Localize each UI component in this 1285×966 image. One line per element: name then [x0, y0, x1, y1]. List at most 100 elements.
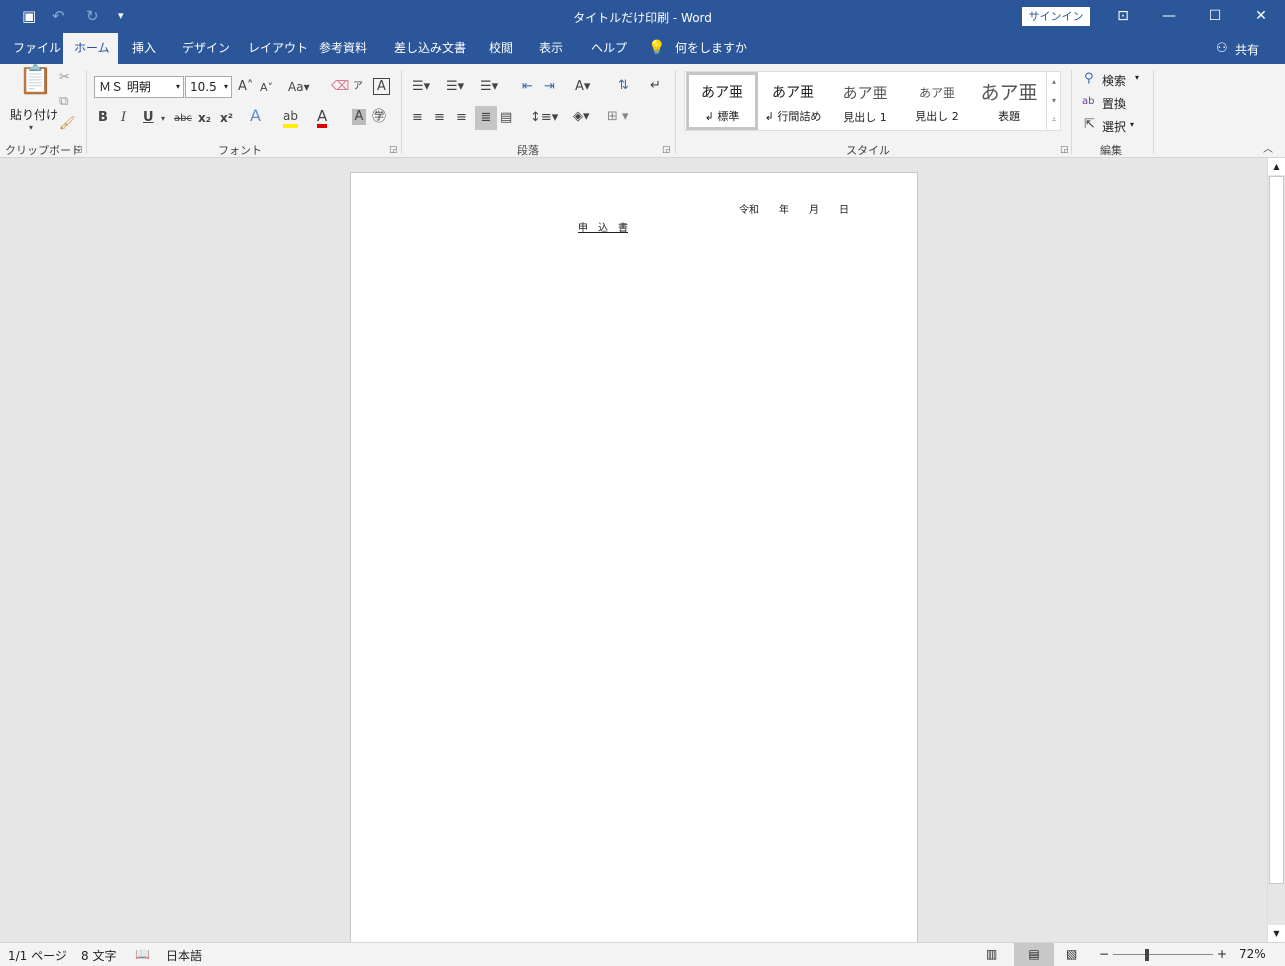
borders-icon[interactable]: ⊞ ▾	[607, 109, 629, 125]
tab-review[interactable]: 校閲	[478, 33, 524, 64]
close-button[interactable]: ✕	[1238, 0, 1284, 33]
font-name-value: ＭＳ 明朝	[99, 80, 151, 94]
phonetic-guide-icon[interactable]: ア	[353, 79, 363, 95]
multilevel-list-icon[interactable]: ☰▾	[480, 79, 498, 95]
share-button[interactable]: 共有	[1235, 41, 1259, 58]
tab-file[interactable]: ファイル	[2, 33, 72, 64]
character-shading-icon[interactable]: A	[352, 109, 366, 125]
copy-icon[interactable]: ⧉	[59, 94, 68, 110]
align-right-icon[interactable]: ≡	[456, 110, 467, 126]
font-color-icon[interactable]: A	[317, 108, 328, 128]
collapse-ribbon-icon[interactable]: ︿	[1263, 142, 1273, 158]
minimize-button[interactable]: —	[1146, 0, 1192, 33]
increase-indent-icon[interactable]: ⇥	[544, 79, 555, 95]
web-layout-icon[interactable]: ▧	[1066, 947, 1077, 961]
print-layout-icon[interactable]: ▤	[1014, 943, 1054, 966]
style-no-spacing[interactable]: あア亜 ↲ 行間詰め	[757, 72, 829, 130]
shading-icon[interactable]: ◈▾	[573, 109, 590, 125]
shrink-font-icon[interactable]: A˅	[260, 80, 273, 96]
tell-me-search[interactable]: 何をしますか	[664, 33, 758, 64]
replace-icon[interactable]: ab	[1082, 94, 1094, 110]
text-effects-icon[interactable]: A	[250, 108, 261, 124]
italic-button[interactable]: I	[121, 110, 126, 126]
tab-view[interactable]: 表示	[528, 33, 574, 64]
scroll-down-icon[interactable]: ▾	[1047, 91, 1061, 110]
paste-icon[interactable]: 📋	[18, 66, 53, 94]
page-count[interactable]: 1/1 ページ	[8, 947, 67, 964]
align-left-icon[interactable]: ≡	[412, 110, 423, 126]
align-center-icon[interactable]: ≡	[434, 110, 445, 126]
font-size-select[interactable]: 10.5 ▾	[185, 76, 232, 98]
change-case-button[interactable]: Aa▾	[288, 79, 310, 95]
tab-layout[interactable]: レイアウト	[237, 33, 319, 64]
tab-insert[interactable]: 挿入	[121, 33, 167, 64]
tab-home[interactable]: ホーム	[63, 33, 118, 64]
more-styles-icon[interactable]: ⩡	[1047, 110, 1061, 129]
paste-button[interactable]: 貼り付け	[10, 106, 58, 123]
document-page[interactable]: 令和 年 月 日 申 込 書	[350, 172, 918, 944]
subscript-icon[interactable]: x₂	[198, 110, 211, 126]
font-name-select[interactable]: ＭＳ 明朝 ▾	[94, 76, 184, 98]
tab-help[interactable]: ヘルプ	[580, 33, 638, 64]
styles-launcher-icon[interactable]: ◲	[1060, 145, 1069, 155]
bullets-icon[interactable]: ☰▾	[412, 79, 430, 95]
zoom-in-button[interactable]: +	[1217, 947, 1227, 961]
tab-design[interactable]: デザイン	[171, 33, 241, 64]
find-icon[interactable]: ⚲	[1084, 71, 1094, 87]
scroll-up-icon[interactable]: ▲	[1268, 158, 1285, 175]
scroll-up-icon[interactable]: ▴	[1047, 72, 1061, 91]
clear-formatting-icon[interactable]: ⌫	[331, 79, 349, 95]
signin-button[interactable]: サインイン	[1022, 7, 1090, 26]
clipboard-launcher-icon[interactable]: ◲	[74, 145, 83, 155]
style-title[interactable]: あア亜 表題	[973, 72, 1045, 130]
highlight-icon[interactable]: ab	[283, 108, 298, 128]
enclose-characters-icon[interactable]: ㊫	[372, 109, 386, 125]
distributed-icon[interactable]: ▤	[500, 110, 512, 126]
word-count[interactable]: 8 文字	[81, 947, 116, 964]
underline-dropdown-icon[interactable]: ▾	[161, 111, 165, 127]
proofing-icon[interactable]: 📖	[135, 947, 150, 961]
decrease-indent-icon[interactable]: ⇤	[522, 79, 533, 95]
style-heading-1[interactable]: あア亜 見出し 1	[829, 72, 901, 130]
ribbon-display-options-icon[interactable]: ⊡	[1100, 0, 1146, 33]
cut-icon[interactable]: ✂	[59, 70, 70, 86]
superscript-icon[interactable]: x²	[220, 110, 233, 126]
line-spacing-icon[interactable]: ↕≡▾	[530, 110, 558, 126]
chevron-down-icon[interactable]: ▾	[1135, 73, 1139, 82]
language[interactable]: 日本語	[166, 947, 202, 964]
justify-icon[interactable]: ≣	[475, 106, 497, 130]
strikethrough-button[interactable]: abc	[174, 111, 192, 127]
replace-button[interactable]: 置換	[1102, 95, 1126, 112]
select-button[interactable]: 選択	[1102, 118, 1126, 135]
sort-icon[interactable]: ⇅	[618, 78, 629, 94]
vertical-scrollbar[interactable]: ▲ ▼	[1267, 158, 1285, 942]
chevron-down-icon: ▾	[175, 82, 180, 91]
underline-button[interactable]: U	[143, 110, 154, 126]
paste-dropdown-icon[interactable]: ▾	[29, 120, 33, 136]
zoom-slider-thumb[interactable]	[1145, 949, 1150, 961]
numbering-icon[interactable]: ☰▾	[446, 79, 464, 95]
font-launcher-icon[interactable]: ◲	[389, 145, 398, 155]
show-marks-icon[interactable]: ↵	[650, 78, 661, 94]
tab-references[interactable]: 参考資料	[308, 33, 378, 64]
format-painter-icon[interactable]: 🖌	[59, 116, 76, 132]
find-button[interactable]: 検索	[1102, 72, 1126, 89]
style-normal[interactable]: あア亜 ↲ 標準	[686, 72, 758, 130]
style-heading-2[interactable]: あア亜 見出し 2	[901, 72, 973, 130]
bold-button[interactable]: B	[98, 110, 108, 126]
select-cursor-icon[interactable]: ⇱	[1084, 117, 1095, 133]
zoom-slider[interactable]	[1113, 954, 1213, 955]
zoom-level[interactable]: 72%	[1239, 947, 1266, 961]
chevron-down-icon[interactable]: ▾	[1130, 120, 1134, 129]
character-border-icon[interactable]: A	[373, 78, 390, 95]
maximize-button[interactable]: ☐	[1192, 0, 1238, 33]
paragraph-launcher-icon[interactable]: ◲	[662, 145, 671, 155]
tab-mailings[interactable]: 差し込み文書	[383, 33, 477, 64]
zoom-out-button[interactable]: −	[1099, 947, 1109, 961]
grow-font-icon[interactable]: A˄	[238, 79, 253, 95]
read-mode-icon[interactable]: ▥	[986, 947, 997, 961]
scroll-down-icon[interactable]: ▼	[1268, 925, 1285, 942]
asian-layout-icon[interactable]: A▾	[575, 79, 590, 95]
styles-scroll[interactable]: ▴ ▾ ⩡	[1046, 72, 1061, 130]
scroll-thumb[interactable]	[1269, 176, 1284, 884]
